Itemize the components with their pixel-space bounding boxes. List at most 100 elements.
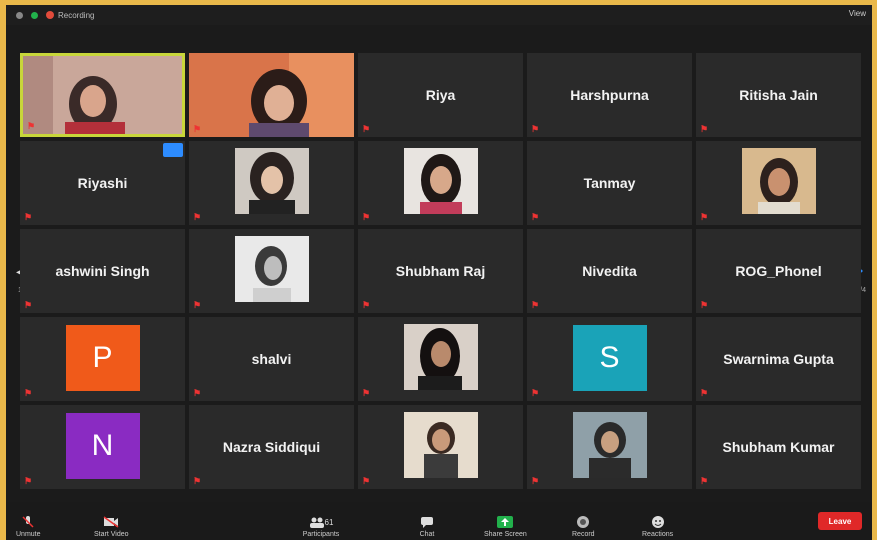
leave-button[interactable]: Leave (818, 512, 862, 530)
participants-icon: 61 (301, 515, 341, 529)
reactions-button[interactable]: Reactions (642, 515, 673, 538)
record-button[interactable]: Record (572, 515, 595, 538)
video-off-icon (102, 515, 120, 529)
view-button[interactable]: View (849, 9, 866, 18)
record-dot-icon (46, 11, 54, 19)
muted-mic-icon: ⚑ (531, 300, 540, 310)
participant-name: Riyashi (77, 175, 128, 191)
participant-photo (741, 148, 816, 214)
zoom-window: Recording View ◀ 1/4 1/4 ⚑ (6, 5, 872, 540)
muted-mic-icon: ⚑ (700, 212, 709, 222)
microphone-muted-icon (19, 515, 37, 529)
video-tile[interactable]: ⚑ (189, 53, 354, 137)
video-tile[interactable]: Riyashi ⚑ (20, 141, 185, 225)
muted-mic-icon: ⚑ (24, 212, 33, 222)
video-tile[interactable]: Harshpurna ⚑ (527, 53, 692, 137)
raised-hand-badge (163, 143, 183, 157)
muted-mic-icon: ⚑ (531, 388, 540, 398)
muted-mic-icon: ⚑ (700, 476, 709, 486)
video-tile[interactable]: ⚑ (358, 141, 523, 225)
start-video-label: Start Video (94, 531, 129, 538)
muted-mic-icon: ⚑ (700, 300, 709, 310)
video-tile[interactable]: Shubham Raj ⚑ (358, 229, 523, 313)
muted-mic-icon: ⚑ (531, 212, 540, 222)
video-tile[interactable]: Ritisha Jain ⚑ (696, 53, 861, 137)
avatar-letter: P (92, 341, 113, 374)
participants-label: Participants (302, 531, 340, 538)
muted-mic-icon: ⚑ (193, 212, 202, 222)
video-tile[interactable]: P ⚑ (20, 317, 185, 401)
chat-button[interactable]: Chat (418, 515, 436, 538)
video-tile[interactable]: Tanmay ⚑ (527, 141, 692, 225)
participant-name: ROG_Phonel (735, 263, 822, 279)
gallery-grid: ⚑ ⚑ Riya ⚑ Harshpurna ⚑ Ritisha Jain ⚑ R… (20, 53, 861, 493)
participants-button[interactable]: 61 Participants (301, 515, 341, 538)
avatar: N (65, 413, 140, 479)
window-dot-icon (16, 11, 23, 19)
participant-photo (403, 412, 478, 478)
share-screen-icon (496, 515, 514, 529)
unmute-label: Unmute (16, 531, 41, 538)
muted-mic-icon: ⚑ (362, 476, 371, 486)
muted-mic-icon: ⚑ (362, 388, 371, 398)
participant-name: Ritisha Jain (739, 87, 818, 103)
video-tile[interactable]: N ⚑ (20, 405, 185, 489)
video-tile[interactable]: shalvi ⚑ (189, 317, 354, 401)
participant-name: Shubham Raj (395, 263, 486, 279)
video-tile[interactable]: Riya ⚑ (358, 53, 523, 137)
muted-mic-icon: ⚑ (193, 124, 202, 134)
video-tile[interactable]: ⚑ (696, 141, 861, 225)
security-shield-icon[interactable] (31, 11, 38, 19)
video-tile[interactable]: ⚑ (358, 405, 523, 489)
avatar-letter: S (599, 341, 620, 374)
muted-mic-icon: ⚑ (531, 476, 540, 486)
video-tile[interactable]: S ⚑ (527, 317, 692, 401)
reactions-label: Reactions (642, 531, 674, 538)
video-tile[interactable]: ⚑ (189, 141, 354, 225)
participant-photo (403, 148, 478, 214)
muted-mic-icon: ⚑ (193, 388, 202, 398)
chat-icon (418, 515, 436, 529)
share-screen-button[interactable]: Share Screen (484, 515, 527, 538)
participant-photo (234, 148, 309, 214)
video-tile[interactable]: Shubham Kumar ⚑ (696, 405, 861, 489)
recording-label: Recording (58, 10, 95, 20)
video-tile[interactable]: ⚑ (527, 405, 692, 489)
muted-mic-icon: ⚑ (24, 388, 33, 398)
video-tile-active-speaker[interactable]: ⚑ (20, 53, 185, 137)
avatar: S (572, 325, 647, 391)
participant-name: Nivedita (582, 263, 637, 279)
participant-name: Harshpurna (570, 87, 649, 103)
participant-name: ashwini Singh (55, 263, 150, 279)
muted-mic-icon: ⚑ (700, 388, 709, 398)
video-tile[interactable]: ⚑ (189, 229, 354, 313)
muted-mic-icon: ⚑ (27, 121, 36, 131)
video-tile[interactable]: Swarnima Gupta ⚑ (696, 317, 861, 401)
participant-name: Tanmay (583, 175, 636, 191)
participants-count: 61 (324, 517, 334, 527)
participant-photo (572, 412, 647, 478)
chat-label: Chat (419, 531, 435, 538)
participant-video (189, 53, 354, 137)
avatar: P (65, 325, 140, 391)
start-video-button[interactable]: Start Video (94, 515, 129, 538)
avatar-letter: N (91, 429, 114, 462)
muted-mic-icon: ⚑ (700, 124, 709, 134)
muted-mic-icon: ⚑ (24, 476, 33, 486)
muted-mic-icon: ⚑ (362, 212, 371, 222)
video-tile[interactable]: Nazra Siddiqui ⚑ (189, 405, 354, 489)
top-bar: Recording View (6, 5, 872, 25)
participant-photo (234, 236, 309, 302)
participant-name: Shubham Kumar (722, 439, 835, 455)
muted-mic-icon: ⚑ (193, 300, 202, 310)
meeting-toolbar: Unmute Start Video 61 Participants Chat (6, 502, 872, 540)
video-tile[interactable]: Nivedita ⚑ (527, 229, 692, 313)
video-tile[interactable]: ⚑ (358, 317, 523, 401)
record-label: Record (572, 531, 595, 538)
unmute-button[interactable]: Unmute (16, 515, 41, 538)
video-tile[interactable]: ROG_Phonel ⚑ (696, 229, 861, 313)
participant-name: Nazra Siddiqui (222, 439, 321, 455)
participant-name: shalvi (251, 351, 292, 367)
video-tile[interactable]: ashwini Singh ⚑ (20, 229, 185, 313)
muted-mic-icon: ⚑ (24, 300, 33, 310)
